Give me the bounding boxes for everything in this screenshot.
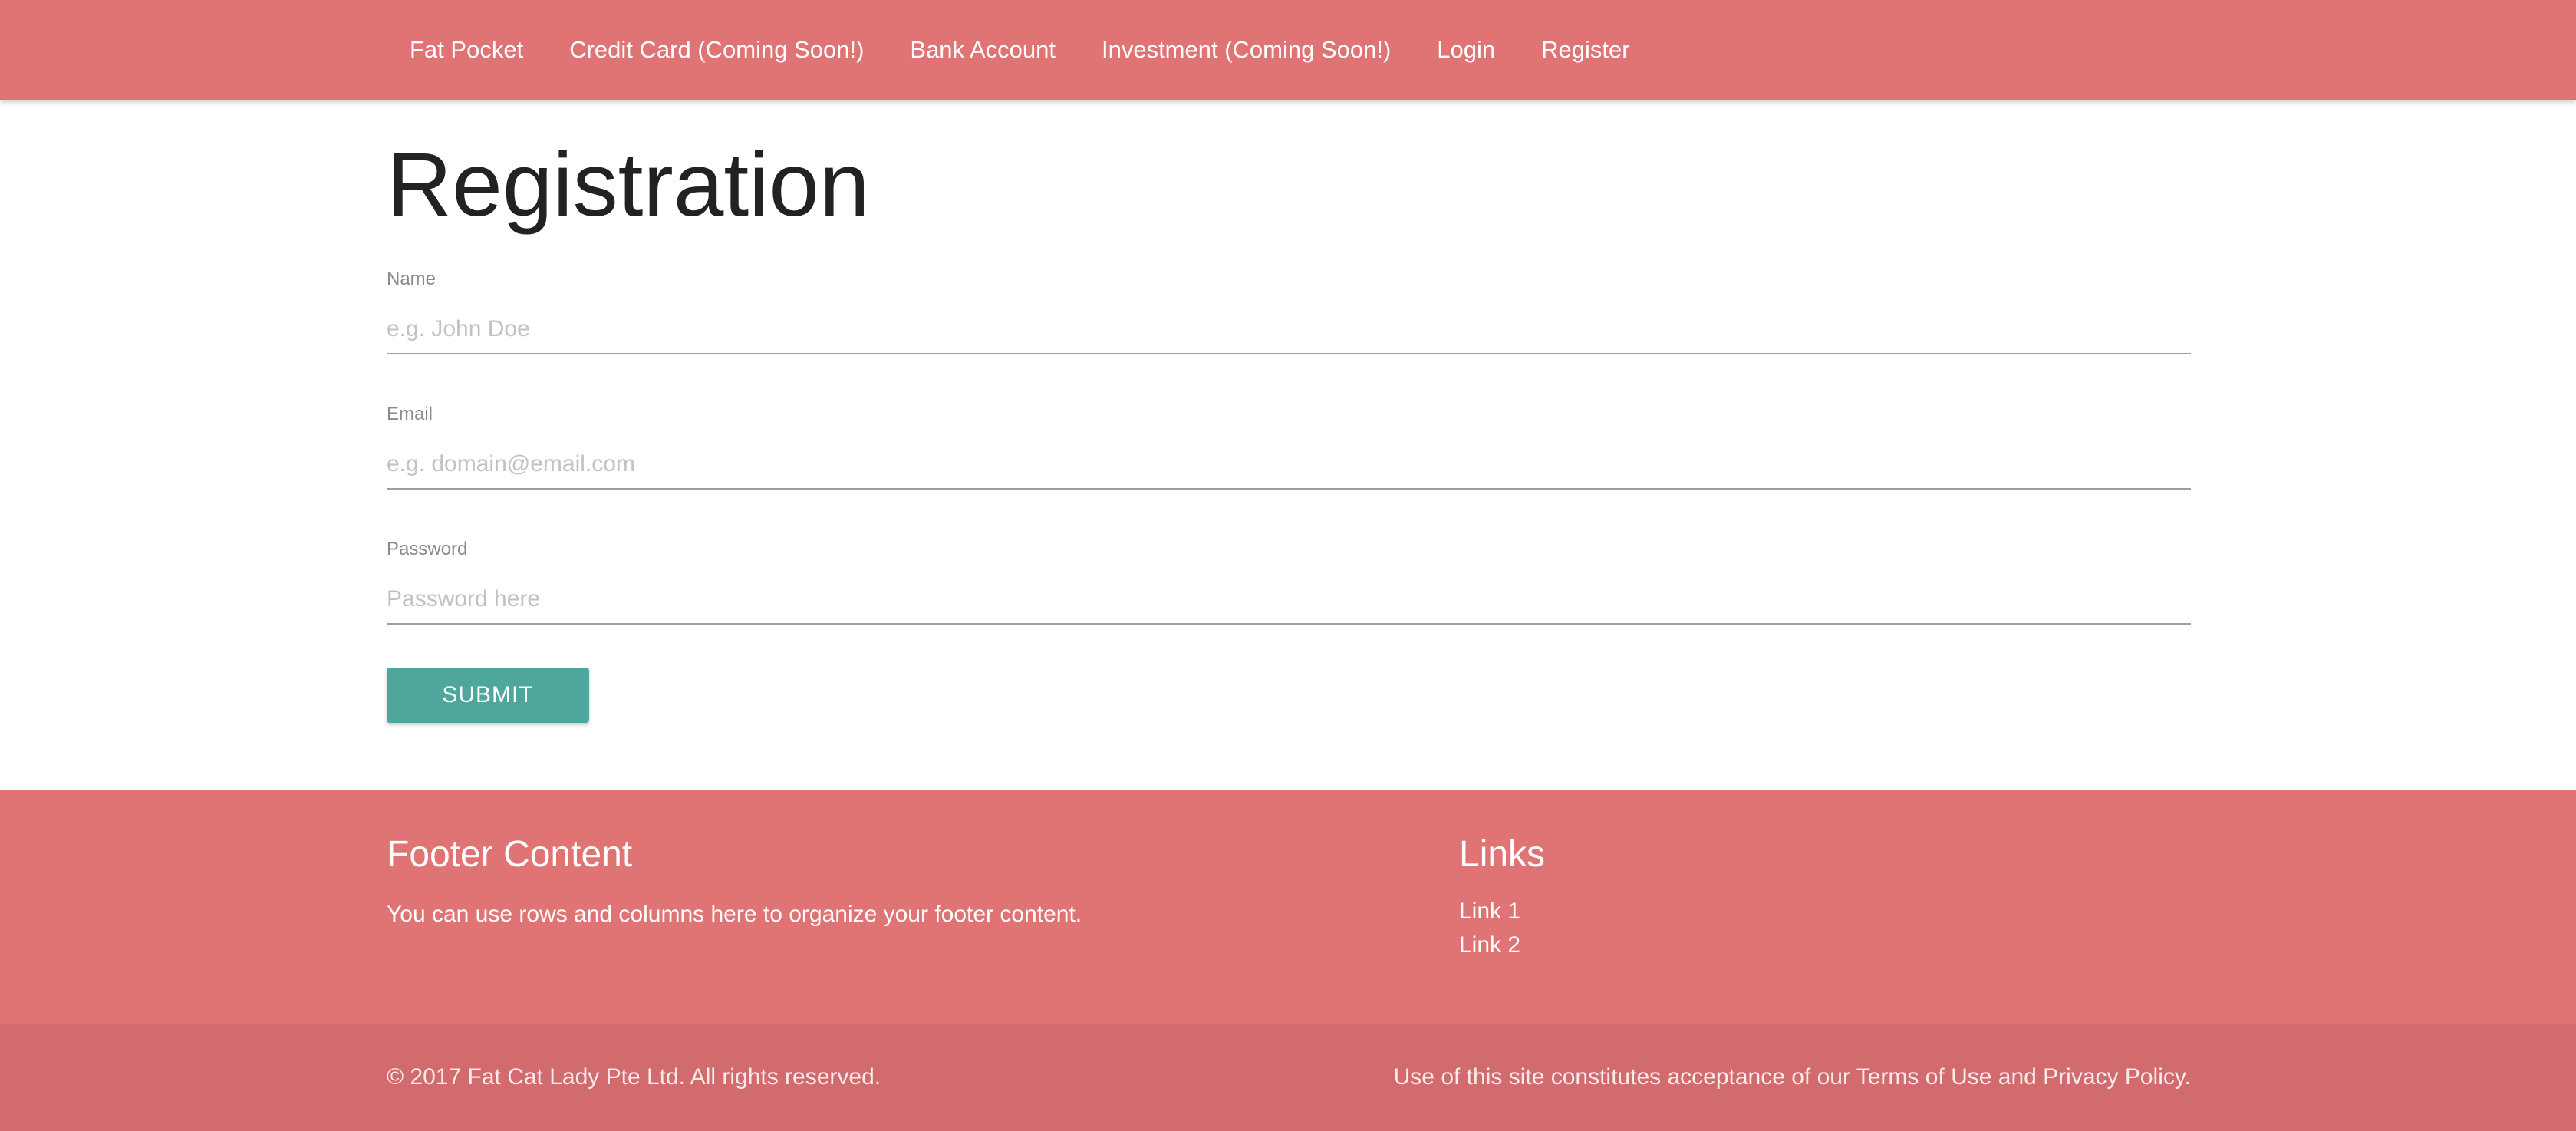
list-item: Link 1 xyxy=(1459,895,1545,928)
nav-item-register[interactable]: Register xyxy=(1518,0,1652,100)
footer-content-column: Footer Content You can use rows and colu… xyxy=(387,836,1082,928)
email-input[interactable] xyxy=(387,440,2191,490)
terms-text: Use of this site constitutes acceptance … xyxy=(1393,1064,2191,1090)
nav-item-credit-card[interactable]: Credit Card (Coming Soon!) xyxy=(546,0,887,100)
footer-content-heading: Footer Content xyxy=(387,834,633,875)
copyright-text: © 2017 Fat Cat Lady Pte Ltd. All rights … xyxy=(387,1064,881,1090)
nav-item-bank-account[interactable]: Bank Account xyxy=(887,0,1079,100)
name-label: Name xyxy=(387,269,436,289)
footer-links-list: Link 1 Link 2 xyxy=(1459,895,1545,962)
footer-copyright-bar: © 2017 Fat Cat Lady Pte Ltd. All rights … xyxy=(0,1024,2576,1131)
password-field-group: Password xyxy=(387,540,2191,625)
nav-item-investment[interactable]: Investment (Coming Soon!) xyxy=(1079,0,1414,100)
footer-links-heading: Links xyxy=(1459,834,1546,875)
footer: Footer Content You can use rows and colu… xyxy=(0,790,2576,1024)
email-label: Email xyxy=(387,404,433,424)
footer-content-text: You can use rows and columns here to org… xyxy=(387,902,1082,927)
top-navbar: Fat Pocket Credit Card (Coming Soon!) Ba… xyxy=(0,0,2576,100)
footer-link-2[interactable]: Link 2 xyxy=(1459,932,1520,958)
name-field-group: Name xyxy=(387,270,2191,354)
list-item: Link 2 xyxy=(1459,928,1545,962)
footer-link-1[interactable]: Link 1 xyxy=(1459,899,1520,924)
password-input[interactable] xyxy=(387,575,2191,625)
footer-links-column: Links Link 1 Link 2 xyxy=(1459,836,1545,962)
nav-links: Fat Pocket Credit Card (Coming Soon!) Ba… xyxy=(387,0,1653,100)
nav-brand-link[interactable]: Fat Pocket xyxy=(387,0,546,100)
page-title: Registration xyxy=(387,134,870,236)
nav-item-login[interactable]: Login xyxy=(1414,0,1518,100)
name-input[interactable] xyxy=(387,305,2191,354)
password-label: Password xyxy=(387,539,468,559)
email-field-group: Email xyxy=(387,405,2191,490)
submit-button[interactable]: SUBMIT xyxy=(387,668,589,723)
